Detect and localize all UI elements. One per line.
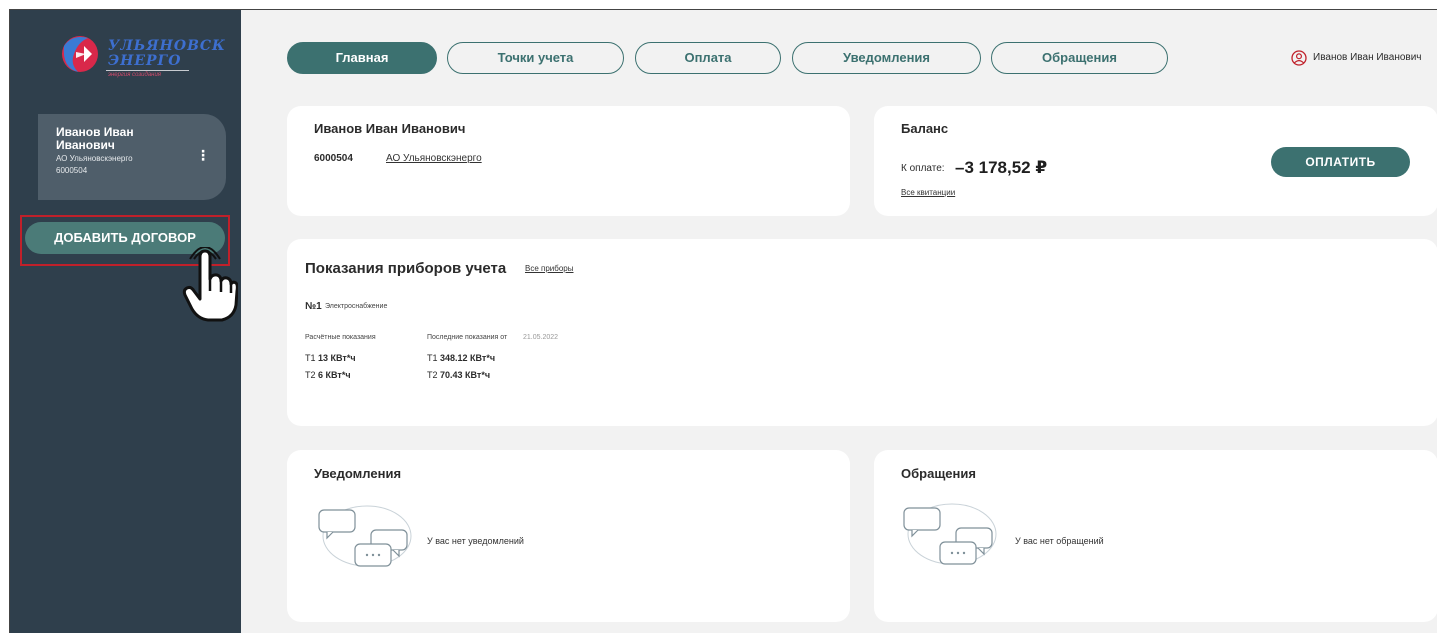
account-number: 6000504 bbox=[56, 166, 88, 175]
user-circle-icon bbox=[1291, 50, 1307, 66]
last-t2-value: 70.43 КВт*ч bbox=[440, 370, 491, 380]
last-readings-label: Последние показания от bbox=[427, 334, 508, 341]
account-card-org-link[interactable]: АО Ульяновскэнерго bbox=[386, 153, 482, 164]
sidebar: УЛЬЯНОВСК ЭНЕРГО энергия созидания Ивано… bbox=[10, 10, 241, 633]
calc-readings-label: Расчётные показания bbox=[305, 334, 376, 341]
logo-text-line1: УЛЬЯНОВСК bbox=[108, 38, 226, 54]
logo-divider bbox=[106, 70, 189, 71]
requests-card: Обращения У вас нет обращений bbox=[874, 450, 1437, 622]
logo-emblem-icon bbox=[62, 36, 98, 72]
meter-readings-card: Показания приборов учета Все приборы №1 … bbox=[287, 239, 1437, 426]
calc-t1-value: 13 КВт*ч bbox=[318, 353, 356, 363]
last-readings-date: 21.05.2022 bbox=[523, 334, 559, 341]
all-meters-link[interactable]: Все приборы bbox=[525, 264, 574, 273]
balance-title: Баланс bbox=[901, 121, 949, 136]
last-t1-prefix: Т1 bbox=[427, 353, 438, 363]
account-card-number: 6000504 bbox=[314, 153, 353, 164]
meter-type: Электроснабжение bbox=[325, 303, 388, 310]
account-name: Иванов Иван Иванович bbox=[56, 125, 134, 152]
account-card-name: Иванов Иван Иванович bbox=[314, 121, 466, 136]
calc-t1-row: Т1 13 КВт*ч bbox=[305, 353, 356, 363]
notifications-empty-text: У вас нет уведомлений bbox=[427, 536, 524, 546]
calc-t1-prefix: Т1 bbox=[305, 353, 316, 363]
to-pay-label: К оплате: bbox=[901, 163, 945, 174]
tab-requests[interactable]: Обращения bbox=[991, 42, 1168, 74]
calc-t2-value: 6 КВт*ч bbox=[318, 370, 351, 380]
tab-notifications[interactable]: Уведомления bbox=[792, 42, 981, 74]
app-frame: УЛЬЯНОВСК ЭНЕРГО энергия созидания Ивано… bbox=[9, 9, 1437, 633]
logo-tagline: энергия созидания bbox=[108, 72, 161, 78]
sidebar-account-card[interactable]: Иванов Иван Иванович АО Ульяновскэнерго … bbox=[38, 114, 226, 200]
balance-amount: –3 178,52 ₽ bbox=[955, 158, 1048, 177]
tab-payment[interactable]: Оплата bbox=[635, 42, 781, 74]
account-org: АО Ульяновскэнерго bbox=[56, 154, 133, 163]
requests-title: Обращения bbox=[901, 466, 976, 481]
tab-main[interactable]: Главная bbox=[287, 42, 437, 74]
calc-t2-row: Т2 6 КВт*ч bbox=[305, 370, 351, 380]
meter-number: №1 bbox=[305, 301, 322, 312]
balance-card: Баланс К оплате: –3 178,52 ₽ Все квитанц… bbox=[874, 106, 1437, 216]
all-receipts-link[interactable]: Все квитанции bbox=[901, 188, 955, 197]
tab-metering-points[interactable]: Точки учета bbox=[447, 42, 624, 74]
notifications-title: Уведомления bbox=[314, 466, 402, 481]
requests-empty-text: У вас нет обращений bbox=[1015, 536, 1104, 546]
notifications-card: Уведомления У вас нет уведомлений bbox=[287, 450, 850, 622]
last-t2-row: Т2 70.43 КВт*ч bbox=[427, 370, 490, 380]
hand-pointer-icon bbox=[182, 247, 238, 322]
kebab-menu-icon[interactable]: ⋮ bbox=[196, 148, 210, 162]
account-info-card: Иванов Иван Иванович 6000504 АО Ульяновс… bbox=[287, 106, 850, 216]
last-t1-row: Т1 348.12 КВт*ч bbox=[427, 353, 495, 363]
last-t1-value: 348.12 КВт*ч bbox=[440, 353, 496, 363]
user-name: Иванов Иван Иванович bbox=[1313, 52, 1422, 63]
logo-text-line2: ЭНЕРГО bbox=[108, 53, 182, 69]
chat-bubbles-icon bbox=[903, 503, 997, 565]
chat-bubbles-icon bbox=[318, 505, 412, 567]
last-t2-prefix: Т2 bbox=[427, 370, 438, 380]
pay-button[interactable]: ОПЛАТИТЬ bbox=[1271, 147, 1410, 177]
meter-readings-title: Показания приборов учета bbox=[305, 260, 507, 277]
calc-t2-prefix: Т2 bbox=[305, 370, 316, 380]
logo[interactable]: УЛЬЯНОВСК ЭНЕРГО энергия созидания bbox=[58, 32, 225, 82]
